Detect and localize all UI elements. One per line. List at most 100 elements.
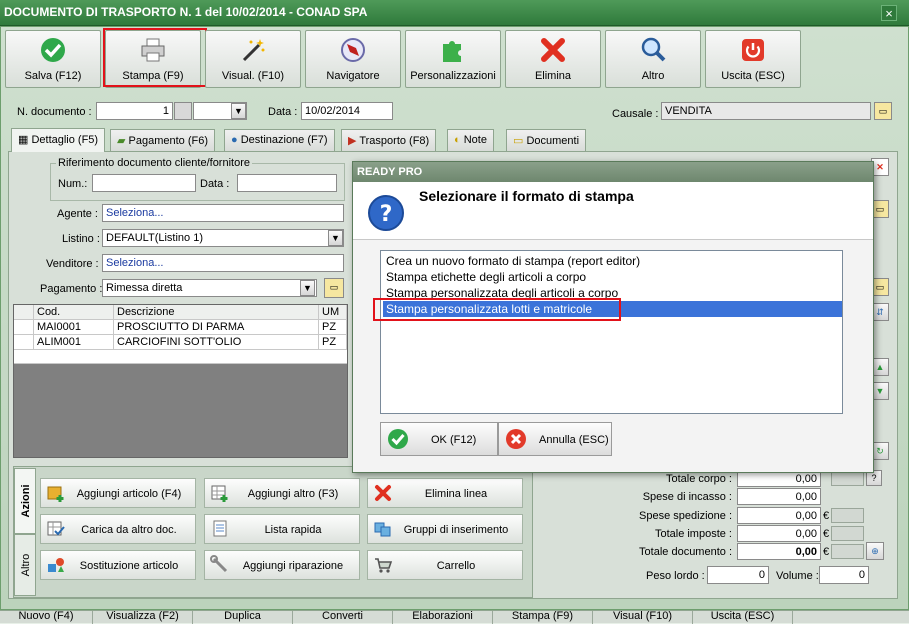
listino-select[interactable]: DEFAULT(Listino 1) [102, 229, 344, 247]
customizations-button[interactable]: Personalizzazioni [405, 30, 501, 88]
delete-button[interactable]: Elimina [505, 30, 601, 88]
column-header[interactable]: Descrizione [114, 305, 319, 320]
agent-field[interactable]: Seleziona... [102, 204, 344, 222]
quick-list-button[interactable]: Lista rapida [204, 514, 360, 544]
ref-date-label: Data : [200, 178, 230, 190]
bottom-view-button[interactable]: Visualizza (F2) [93, 611, 193, 624]
causale-field[interactable]: VENDITA [661, 102, 871, 120]
window-close-button[interactable]: × [881, 5, 897, 21]
folder-icon[interactable]: ▭ [874, 102, 892, 120]
list-item[interactable]: Crea un nuovo formato di stampa (report … [383, 253, 842, 269]
grid-header: Cod. Descrizione UM [14, 305, 347, 320]
add-item-button[interactable]: Aggiungi articolo (F4) [40, 478, 196, 508]
red-x-icon [373, 483, 393, 503]
tab-actions[interactable]: Azioni [14, 468, 36, 534]
bottom-convert-button[interactable]: Converti [293, 611, 393, 624]
navigator-button[interactable]: Navigatore [305, 30, 401, 88]
currency-symbol: € [823, 528, 830, 540]
seller-label: Venditore : [46, 258, 99, 270]
dialog-heading: Selezionare il formato di stampa [419, 188, 634, 204]
total-body-label: Totale corpo : [665, 473, 732, 485]
tab-payment[interactable]: ▰ Pagamento (F6) [110, 129, 215, 151]
delete-line-button[interactable]: Elimina linea [367, 478, 523, 508]
money-icon: ▰ [117, 135, 129, 147]
print-button-highlight [103, 28, 207, 87]
currency-symbol: € [823, 546, 830, 558]
save-button[interactable]: Salva (F12) [5, 30, 101, 88]
print-format-list[interactable]: Crea un nuovo formato di stampa (report … [380, 250, 843, 414]
collection-costs-label: Spese di incasso : [642, 491, 732, 503]
currency-symbol: € [823, 510, 830, 522]
tab-transport[interactable]: ▶ Trasporto (F8) [341, 129, 437, 151]
tab-destination[interactable]: ● Destinazione (F7) [224, 129, 335, 151]
bottom-visual-button[interactable]: Visual (F10) [593, 611, 693, 624]
items-grid[interactable]: Cod. Descrizione UM MAI0001 PROSCIUTTO D… [13, 304, 348, 458]
window-title: DOCUMENTO DI TRASPORTO N. 1 del 10/02/20… [4, 5, 368, 19]
shipping-costs-field[interactable]: 0,00 [737, 507, 821, 524]
doc-number-spin[interactable] [174, 102, 192, 120]
exit-button[interactable]: Uscita (ESC) [705, 30, 801, 88]
payment-select[interactable]: Rimessa diretta [102, 279, 317, 297]
view-button[interactable]: Visual. (F10) [205, 30, 301, 88]
folder-icon[interactable]: ▭ [324, 278, 344, 298]
load-from-doc-button[interactable]: Carica da altro doc. [40, 514, 196, 544]
tab-notes[interactable]: ◐ Note [447, 129, 494, 151]
table-row-empty[interactable] [14, 350, 347, 364]
magnifier-icon [641, 37, 666, 62]
collection-costs-field[interactable]: 0,00 [737, 488, 821, 505]
column-header[interactable]: Cod. [34, 305, 114, 320]
list-icon [210, 519, 230, 539]
svg-text:?: ? [380, 202, 393, 227]
date-field[interactable]: 10/02/2014 [301, 102, 393, 120]
total-taxes-field[interactable]: 0,00 [737, 525, 821, 542]
volume-field[interactable]: 0 [819, 566, 869, 584]
gross-weight-field[interactable]: 0 [707, 566, 769, 584]
cancel-button[interactable]: Annulla (ESC) [498, 422, 612, 456]
globe-icon: ● [231, 134, 241, 146]
dialog-title: READY PRO [353, 162, 873, 182]
column-header[interactable]: UM [319, 305, 347, 320]
replace-item-button[interactable]: Sostituzione articolo [40, 550, 196, 580]
truck-icon: ▶ [348, 135, 360, 147]
bottom-duplicate-button[interactable]: Duplica [193, 611, 293, 624]
document-import-icon [46, 519, 66, 539]
window-title-bar: DOCUMENTO DI TRASPORTO N. 1 del 10/02/20… [0, 0, 909, 26]
other-button[interactable]: Altro [605, 30, 701, 88]
tab-detail[interactable]: ▦ Dettaglio (F5) [11, 128, 106, 152]
check-icon [41, 38, 65, 62]
list-item[interactable]: Stampa etichette degli articoli a corpo [383, 269, 842, 285]
gross-weight-label: Peso lordo : [646, 570, 705, 582]
zoom-icon[interactable]: ⊕ [866, 542, 884, 560]
puzzle-icon [443, 41, 461, 62]
tab-documents[interactable]: ▭ Documenti [506, 129, 587, 151]
cart-icon [373, 555, 393, 575]
chevron-down-icon[interactable]: ▼ [300, 280, 315, 296]
bottom-command-bar: Nuovo (F4) Visualizza (F2) Duplica Conve… [0, 610, 909, 624]
folder-icon: ▭ [513, 135, 527, 147]
tab-other[interactable]: Altro [14, 534, 36, 596]
ref-number-field[interactable] [92, 174, 196, 192]
cart-button[interactable]: Carrello [367, 550, 523, 580]
insert-groups-button[interactable]: Gruppi di inserimento [367, 514, 523, 544]
total-taxes-label: Totale imposte : [654, 528, 732, 540]
table-row[interactable]: ALIM001 CARCIOFINI SOTT'OLIO PZ [14, 335, 347, 350]
check-icon [388, 429, 408, 449]
ref-date-field[interactable] [237, 174, 337, 192]
bottom-processing-button[interactable]: Elaborazioni [393, 611, 493, 624]
add-repair-button[interactable]: Aggiungi riparazione [204, 550, 360, 580]
seller-field[interactable]: Seleziona... [102, 254, 344, 272]
magic-wand-icon [242, 39, 265, 62]
doc-number-label: N. documento : [17, 106, 92, 118]
cancel-icon [506, 429, 526, 449]
doc-number-field[interactable]: 1 [96, 102, 173, 120]
add-other-button[interactable]: Aggiungi altro (F3) [204, 478, 360, 508]
table-row[interactable]: MAI0001 PROSCIUTTO DI PARMA PZ [14, 320, 347, 335]
chevron-down-icon[interactable]: ▼ [231, 103, 246, 119]
bottom-print-button[interactable]: Stampa (F9) [493, 611, 593, 624]
total-document-field[interactable]: 0,00 [737, 543, 821, 560]
bottom-exit-button[interactable]: Uscita (ESC) [693, 611, 793, 624]
add-box-icon [46, 483, 66, 503]
ok-button[interactable]: OK (F12) [380, 422, 498, 456]
chevron-down-icon[interactable]: ▼ [328, 230, 343, 246]
bottom-new-button[interactable]: Nuovo (F4) [0, 611, 93, 624]
